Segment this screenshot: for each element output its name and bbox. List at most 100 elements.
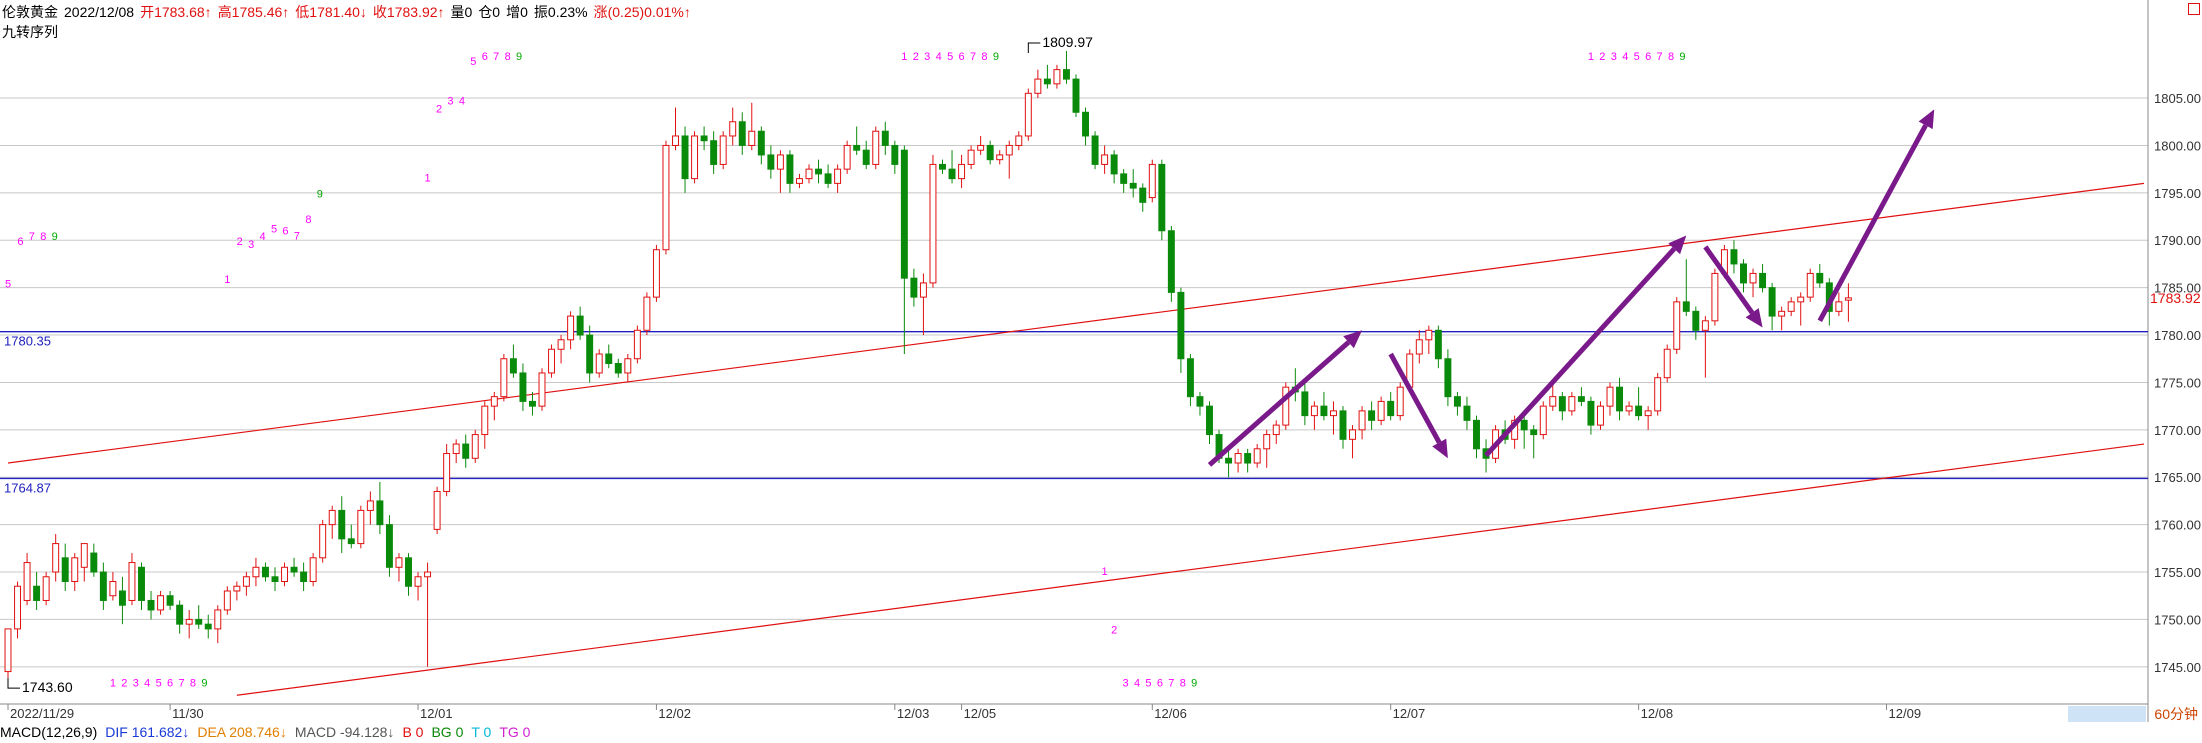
- candle-body-up: [557, 339, 565, 350]
- last-price-label: 1783.92: [2150, 290, 2201, 306]
- candlestick-chart: 1745.00 1750.00 1755.00 1760.00 1765.00 1770.…: [0, 0, 2201, 722]
- candle-body-down: [1206, 405, 1213, 436]
- candle-body-down: [824, 173, 832, 184]
- candle-body-down: [462, 443, 470, 459]
- candle-body-up: [1015, 135, 1023, 146]
- candle-body-down: [862, 149, 870, 165]
- sequence-marker: 5: [1634, 51, 1640, 63]
- candle-body-up: [242, 576, 250, 587]
- candle-body-down: [90, 552, 98, 573]
- price-label: 1743.60: [22, 679, 73, 695]
- candle-body-down: [986, 144, 994, 161]
- candle-body-up: [185, 618, 193, 625]
- macd-dea: DEA 208.746↓: [197, 724, 287, 740]
- sequence-marker: 7: [178, 678, 184, 690]
- candle-body-down: [1082, 111, 1090, 137]
- candle-body-down: [1520, 419, 1528, 431]
- sequence-marker: 4: [1134, 678, 1140, 690]
- candle-body-up: [795, 178, 803, 184]
- candle-body-up: [1396, 386, 1404, 417]
- sequence-marker: 1: [901, 51, 907, 63]
- candle-body-down: [614, 362, 622, 374]
- y-tick-label: 1780.00: [2154, 328, 2201, 343]
- y-tick-label: 1765.00: [2154, 470, 2201, 485]
- candle-body-down: [1587, 400, 1595, 426]
- candle-body-up: [691, 135, 699, 180]
- sequence-marker: 8: [981, 51, 987, 63]
- price-label-leader: [7, 678, 20, 689]
- candle-body-down: [290, 566, 298, 573]
- candle-body-down: [1759, 272, 1767, 289]
- sequence-marker: 4: [144, 678, 150, 690]
- candle-body-up: [252, 566, 260, 578]
- candle-body-down: [338, 509, 346, 540]
- candle-body-down: [33, 585, 41, 601]
- sequence-marker: 6: [282, 226, 288, 238]
- sequence-marker: 1: [1588, 51, 1594, 63]
- period-label[interactable]: 60分钟: [2154, 704, 2198, 724]
- candle-body-down: [347, 538, 355, 545]
- candle-body-up: [719, 135, 727, 165]
- candle-body-down: [271, 576, 279, 583]
- macd-footer: MACD(12,26,9) DIF 161.682↓ DEA 208.746↓ MAC…: [0, 724, 538, 740]
- candle-body-up: [1415, 339, 1423, 355]
- y-tick-label: 1750.00: [2154, 612, 2201, 627]
- candle-body-up: [395, 557, 403, 568]
- candle-body-up: [919, 282, 927, 298]
- candle-body-up: [1148, 163, 1156, 199]
- candle-body-up: [1234, 453, 1242, 464]
- candle-body-up: [1749, 272, 1757, 284]
- candle-body-down: [1177, 291, 1185, 360]
- candle-body-up: [452, 443, 460, 455]
- sequence-marker: 1: [110, 678, 116, 690]
- candle-body-down: [147, 599, 155, 611]
- y-tick-label: 1775.00: [2154, 375, 2201, 390]
- x-tick-label: 12/07: [1393, 706, 1426, 721]
- sequence-marker: 9: [516, 51, 522, 63]
- sequence-marker: 9: [317, 189, 323, 201]
- candle-body-up: [500, 358, 508, 398]
- candle-body-down: [1110, 154, 1118, 175]
- x-tick-label: 12/02: [658, 706, 691, 721]
- sequence-marker: 3: [924, 51, 930, 63]
- y-tick-label: 1795.00: [2154, 186, 2201, 201]
- sequence-marker: 6: [1157, 678, 1163, 690]
- candle-body-up: [1654, 377, 1662, 412]
- candle-body-down: [939, 163, 946, 170]
- trendline: [7, 182, 2145, 464]
- sequence-marker: 2: [913, 51, 919, 63]
- candle-body-down: [176, 604, 184, 625]
- candle-body-up: [1606, 386, 1614, 407]
- candle-body-down: [1158, 163, 1166, 232]
- macd-t: T 0: [471, 724, 492, 740]
- candle-body-up: [748, 130, 756, 146]
- sequence-marker: 3: [1123, 678, 1129, 690]
- sequence-marker: 1: [224, 274, 230, 286]
- candle-body-down: [738, 121, 746, 146]
- candle-body-down: [1072, 78, 1080, 113]
- candle-body-up: [1711, 272, 1719, 322]
- candle-body-up: [595, 353, 603, 374]
- candle-body-down: [99, 571, 107, 601]
- candle-body-up: [929, 163, 937, 284]
- candle-body-down: [710, 140, 718, 165]
- sequence-marker: 9: [993, 51, 999, 63]
- candle-body-down: [1091, 135, 1099, 165]
- candle-body-down: [1196, 396, 1204, 407]
- drawn-arrow: [1817, 124, 1928, 323]
- macd-bg: BG 0: [431, 724, 464, 740]
- time-scrollbar[interactable]: [2068, 706, 2146, 722]
- price-label: 1809.97: [1042, 34, 1093, 50]
- candle-body-down: [1530, 429, 1538, 436]
- y-tick-label: 1760.00: [2154, 518, 2201, 533]
- candle-body-down: [1244, 453, 1252, 464]
- sequence-marker: 4: [260, 231, 266, 243]
- candle-body-up: [1253, 448, 1261, 464]
- candle-body-down: [528, 400, 536, 407]
- candle-body-up: [366, 500, 374, 511]
- sequence-marker: 4: [1622, 51, 1628, 63]
- candle-body-up: [1663, 348, 1671, 379]
- candle-body-up: [481, 405, 489, 436]
- drawn-arrow: [1484, 247, 1677, 458]
- sequence-marker: 4: [936, 51, 942, 63]
